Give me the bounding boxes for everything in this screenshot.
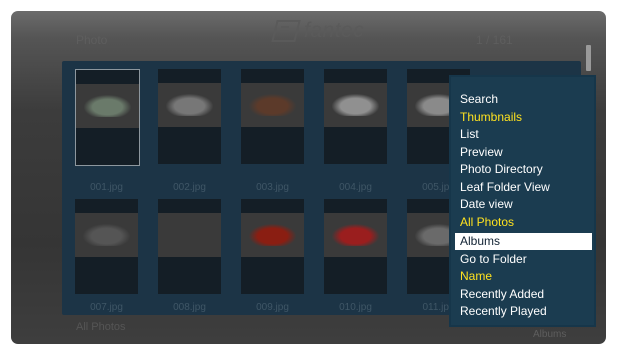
item-counter: 1 / 161 [476, 33, 513, 47]
brand-name: fantec [304, 19, 365, 42]
photo-filename: 002.jpg [173, 182, 206, 193]
photo-tile[interactable] [75, 69, 140, 166]
car-image-icon [84, 95, 131, 117]
menu-item-search[interactable]: Search [455, 91, 592, 108]
menu-item-albums[interactable]: Albums [455, 233, 592, 250]
photo-tile[interactable] [158, 199, 221, 294]
menu-item-list[interactable]: List [455, 126, 592, 143]
menu-item-photo-directory[interactable]: Photo Directory [455, 161, 592, 178]
photo-filename: 007.jpg [90, 302, 123, 313]
car-image-icon [249, 94, 296, 116]
photo-thumbnail [241, 213, 304, 257]
brand-logo: fantec [271, 19, 365, 43]
car-image-icon [166, 224, 213, 246]
photo-tile[interactable] [324, 199, 387, 294]
photo-thumbnail [75, 213, 138, 257]
photo-tile[interactable] [75, 199, 138, 294]
photo-filename: 010.jpg [339, 302, 372, 313]
menu-item-preview[interactable]: Preview [455, 144, 592, 161]
car-image-icon [83, 224, 130, 246]
car-image-icon [332, 94, 379, 116]
photo-filename: 003.jpg [256, 182, 289, 193]
photo-tile[interactable] [241, 199, 304, 294]
photo-thumbnail [324, 213, 387, 257]
menu-item-name[interactable]: Name [455, 268, 592, 285]
menu-item-leaf-folder-view[interactable]: Leaf Folder View [455, 179, 592, 196]
menu-item-recently-added[interactable]: Recently Added [455, 286, 592, 303]
photo-filename: 004.jpg [339, 182, 372, 193]
current-sort-label: Albums [533, 329, 567, 340]
photo-thumbnail [324, 83, 387, 127]
photo-tile[interactable] [158, 69, 221, 164]
photo-filename: 009.jpg [256, 302, 289, 313]
photo-filename: 008.jpg [173, 302, 206, 313]
photo-thumbnail [76, 84, 139, 128]
photo-thumbnail [158, 213, 221, 257]
car-image-icon [332, 224, 379, 246]
photo-thumbnail [241, 83, 304, 127]
options-menu: Search Thumbnails List Preview Photo Dir… [449, 75, 596, 327]
menu-item-recently-played[interactable]: Recently Played [455, 303, 592, 320]
menu-item-date-view[interactable]: Date view [455, 196, 592, 213]
photo-thumbnail [158, 83, 221, 127]
scroll-indicator[interactable] [586, 45, 591, 71]
photo-filename: 001.jpg [90, 182, 123, 193]
menu-item-thumbnails[interactable]: Thumbnails [455, 109, 592, 126]
fantec-logo-icon [271, 20, 301, 42]
menu-item-go-to-folder[interactable]: Go to Folder [455, 251, 592, 268]
menu-item-all-photos[interactable]: All Photos [455, 214, 592, 231]
car-image-icon [249, 224, 296, 246]
photo-tile[interactable] [324, 69, 387, 164]
current-view-label: All Photos [76, 321, 126, 333]
car-image-icon [166, 94, 213, 116]
section-title: Photo [76, 33, 108, 47]
photo-tile[interactable] [241, 69, 304, 164]
